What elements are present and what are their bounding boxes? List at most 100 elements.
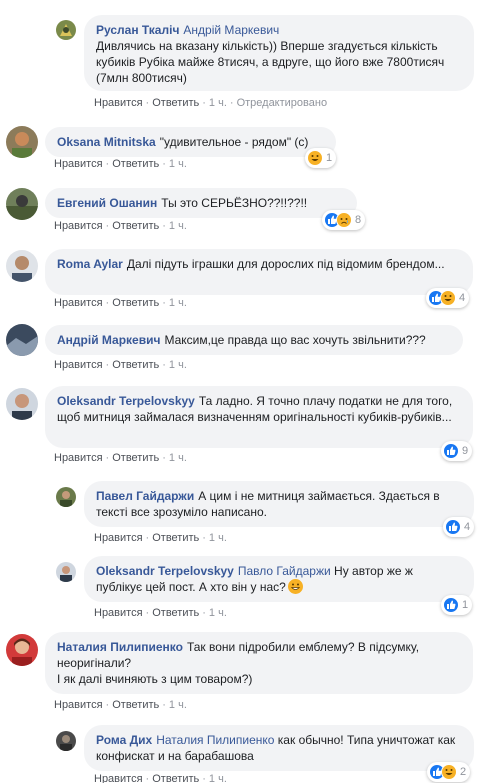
comment-text: "удивительное - рядом" (с) — [159, 135, 309, 149]
comment-bubble: Oleksandr Terpelovskyy Та ладно. Я точно … — [45, 386, 473, 448]
timestamp[interactable]: 1 ч. — [209, 773, 227, 783]
comment-author[interactable]: Roma Aylar — [57, 257, 123, 271]
comment-mention[interactable]: Андрій Маркевич — [183, 23, 279, 37]
reply-link[interactable]: Ответить — [112, 359, 159, 371]
like-link[interactable]: Нравится — [94, 532, 143, 544]
like-link[interactable]: Нравится — [54, 297, 103, 309]
timestamp[interactable]: 1 ч. — [209, 607, 227, 619]
reply-link[interactable]: Ответить — [112, 297, 159, 309]
timestamp[interactable]: 1 ч. — [169, 699, 187, 711]
comment-actions: Нравится · Ответить · 1 ч. — [54, 158, 187, 170]
reply-link[interactable]: Ответить — [112, 452, 159, 464]
comment-bubble: Руслан Ткаліч Андрій Маркевич Дивлячись н… — [84, 15, 474, 91]
avatar[interactable] — [6, 126, 38, 158]
reaction-count: 1 — [326, 152, 333, 164]
reply-link[interactable]: Ответить — [112, 158, 159, 170]
reaction-count: 4 — [464, 521, 471, 533]
comment-mention[interactable]: Павло Гайдаржи — [238, 564, 331, 578]
edited-label[interactable]: Отредактировано — [237, 97, 328, 109]
like-link[interactable]: Нравится — [94, 607, 143, 619]
avatar[interactable] — [6, 188, 38, 220]
timestamp[interactable]: 1 ч. — [169, 452, 187, 464]
reaction-count: 4 — [459, 292, 466, 304]
reaction-summary[interactable]: 1 — [305, 148, 337, 168]
timestamp[interactable]: 1 ч. — [209, 532, 227, 544]
like-link[interactable]: Нравится — [54, 158, 103, 170]
comment-author[interactable]: Oksana Mitnitska — [57, 135, 156, 149]
grin-emoji-icon — [287, 579, 303, 594]
reply-link[interactable]: Ответить — [152, 607, 199, 619]
like-icon — [443, 443, 459, 459]
comment-actions: Нравится · Ответить · 1 ч. — [54, 220, 187, 232]
comment-text: Далі підуть іграшки для дорослих під від… — [126, 257, 445, 271]
like-link[interactable]: Нравится — [94, 97, 143, 109]
sad-icon — [336, 212, 352, 228]
comment-bubble: Евгений Ошанин Ты это СЕРЬЁЗНО??!!??!! — [45, 188, 357, 218]
comment-text: Дивлячись на вказану кількість)) Вперше … — [96, 39, 448, 85]
comment-bubble: Рома Дих Наталия Пилипиенко как обычно! Т… — [84, 725, 474, 771]
avatar[interactable] — [6, 634, 38, 666]
like-icon — [443, 597, 459, 613]
comment-bubble: Наталия Пилипиенко Так вони підробили емб… — [45, 632, 473, 694]
haha-icon — [440, 290, 456, 306]
like-link[interactable]: Нравится — [54, 359, 103, 371]
comment-bubble: Андрій Маркевич Максим,це правда що вас х… — [45, 325, 463, 355]
avatar[interactable] — [56, 487, 76, 507]
reaction-count: 2 — [460, 766, 467, 778]
timestamp[interactable]: 1 ч. — [209, 97, 227, 109]
comment-author[interactable]: Oleksandr Terpelovskyy — [96, 564, 234, 578]
reaction-summary[interactable]: 2 — [427, 762, 471, 782]
comment-actions: Нравится · Ответить · 1 ч. — [54, 699, 187, 711]
haha-icon — [307, 150, 323, 166]
comment-author[interactable]: Рома Дих — [96, 733, 152, 747]
timestamp[interactable]: 1 ч. — [169, 297, 187, 309]
comment-text: Максим,це правда що вас хочуть звільнити… — [164, 333, 426, 347]
comment-actions: Нравится · Ответить · 1 ч. · Отредактировано — [94, 97, 328, 109]
comment-author[interactable]: Павел Гайдаржи — [96, 489, 194, 503]
timestamp[interactable]: 1 ч. — [169, 220, 187, 232]
reaction-summary[interactable]: 4 — [426, 288, 470, 308]
reaction-summary[interactable]: 8 — [322, 210, 366, 230]
avatar[interactable] — [6, 324, 38, 356]
comment-bubble: Павел Гайдаржи А цим і не митниця займаєт… — [84, 481, 474, 527]
haha-icon — [441, 764, 457, 780]
comment-actions: Нравится · Ответить · 1 ч. — [94, 773, 227, 783]
comment-bubble: Oksana Mitnitska "удивительное - рядом" (… — [45, 127, 336, 157]
like-icon — [445, 519, 461, 535]
comment-author[interactable]: Наталия Пилипиенко — [57, 640, 183, 654]
reaction-summary[interactable]: 9 — [441, 441, 473, 461]
reply-link[interactable]: Ответить — [152, 532, 199, 544]
like-link[interactable]: Нравится — [94, 773, 143, 783]
reaction-summary[interactable]: 4 — [443, 517, 475, 537]
reply-link[interactable]: Ответить — [112, 220, 159, 232]
comment-author[interactable]: Андрій Маркевич — [57, 333, 160, 347]
like-link[interactable]: Нравится — [54, 452, 103, 464]
reaction-count: 1 — [462, 599, 469, 611]
timestamp[interactable]: 1 ч. — [169, 158, 187, 170]
comment-actions: Нравится · Ответить · 1 ч. — [54, 452, 187, 464]
comment-actions: Нравится · Ответить · 1 ч. — [54, 297, 187, 309]
reply-link[interactable]: Ответить — [152, 773, 199, 783]
like-link[interactable]: Нравится — [54, 699, 103, 711]
avatar[interactable] — [56, 562, 76, 582]
avatar[interactable] — [56, 731, 76, 751]
like-link[interactable]: Нравится — [54, 220, 103, 232]
comment-author[interactable]: Oleksandr Terpelovskyy — [57, 394, 195, 408]
comment-text: Ты это СЕРЬЁЗНО??!!??!! — [161, 196, 308, 210]
comment-actions: Нравится · Ответить · 1 ч. — [54, 359, 187, 371]
avatar[interactable] — [56, 20, 76, 40]
comment-mention[interactable]: Наталия Пилипиенко — [156, 733, 274, 747]
avatar[interactable] — [6, 388, 38, 420]
comment-actions: Нравится · Ответить · 1 ч. — [94, 532, 227, 544]
comment-author[interactable]: Евгений Ошанин — [57, 196, 157, 210]
reply-link[interactable]: Ответить — [112, 699, 159, 711]
comment-bubble: Oleksandr Terpelovskyy Павло Гайдаржи Ну … — [84, 556, 474, 602]
reaction-count: 8 — [355, 214, 362, 226]
avatar[interactable] — [6, 250, 38, 282]
comment-actions: Нравится · Ответить · 1 ч. — [94, 607, 227, 619]
reaction-summary[interactable]: 1 — [441, 595, 473, 615]
reply-link[interactable]: Ответить — [152, 97, 199, 109]
timestamp[interactable]: 1 ч. — [169, 359, 187, 371]
comment-author[interactable]: Руслан Ткаліч — [96, 23, 179, 37]
reaction-count: 9 — [462, 445, 469, 457]
